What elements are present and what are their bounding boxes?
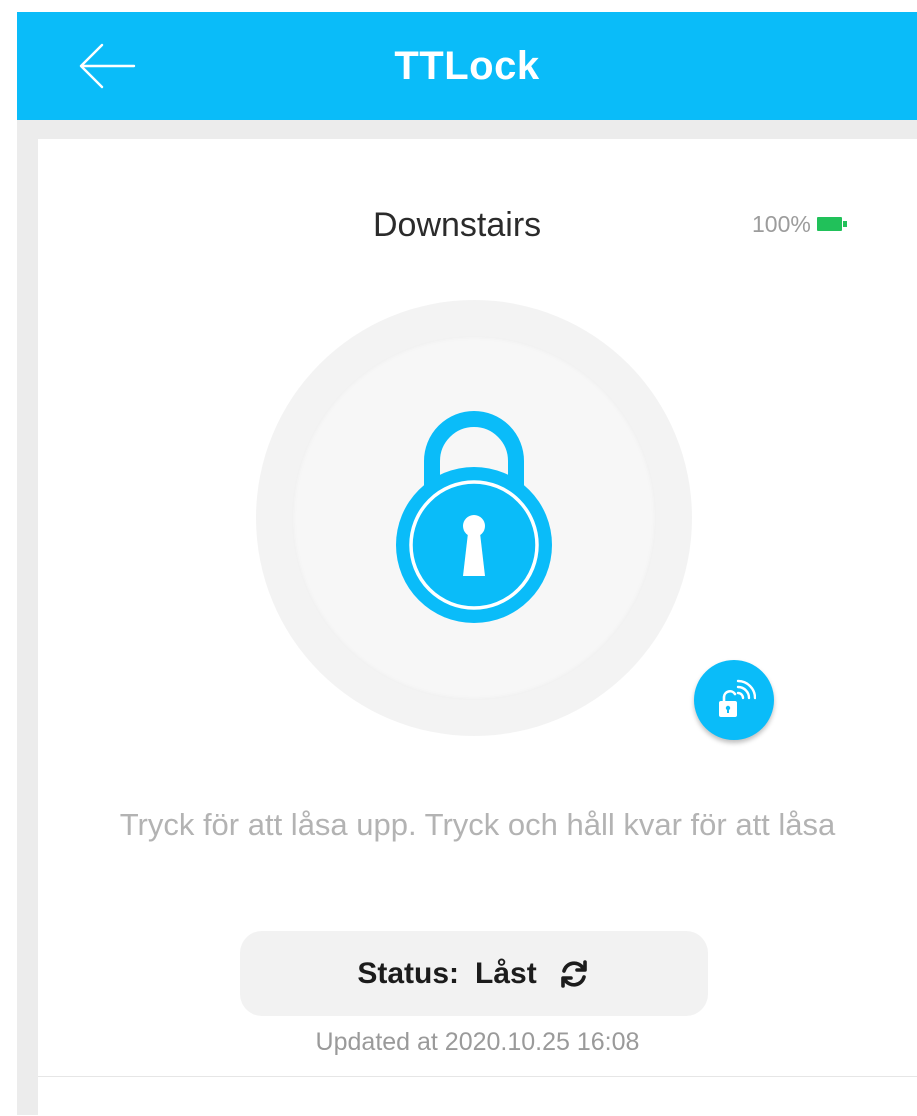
status-value: Låst (475, 956, 537, 990)
page-title: TTLock (394, 43, 540, 88)
wireless-unlock-icon (719, 679, 756, 717)
status-updated-time: Updated at 2020.10.25 16:08 (315, 1028, 640, 1056)
app-header: TTLock (17, 12, 917, 120)
battery-indicator: 100% (752, 207, 847, 241)
status-refresh-button[interactable]: Status: Låst (240, 931, 708, 1016)
back-button[interactable] (75, 34, 139, 98)
top-frame (0, 0, 917, 12)
refresh-icon (557, 957, 591, 991)
battery-percent: 100% (752, 210, 811, 237)
wireless-unlock-button[interactable] (694, 660, 774, 740)
padlock-icon (396, 411, 552, 623)
card-bottom-section (38, 1076, 917, 1116)
battery-icon (816, 217, 847, 231)
lock-hint-text: Tryck för att låsa upp. Tryck och håll k… (119, 807, 836, 842)
lock-name: Downstairs (373, 206, 542, 244)
arrow-left-icon (79, 43, 136, 89)
status-label: Status: (357, 956, 459, 990)
lock-toggle-button[interactable] (256, 300, 692, 736)
